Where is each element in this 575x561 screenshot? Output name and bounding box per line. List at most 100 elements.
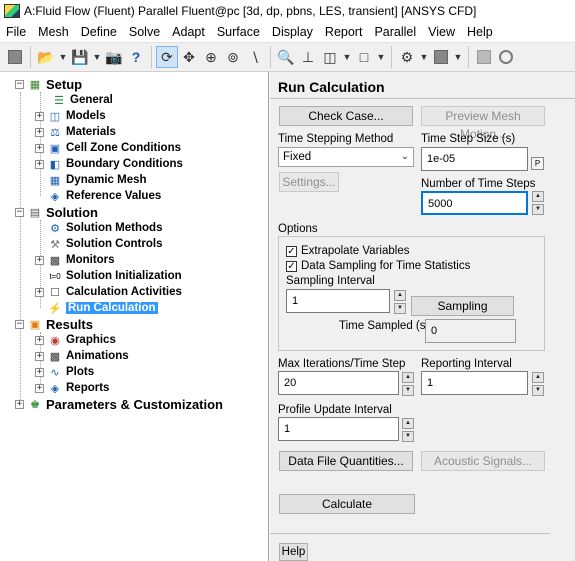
spin-down-icon[interactable]: ▼ [402, 385, 414, 396]
collapse-icon[interactable]: − [15, 207, 24, 217]
stop-icon[interactable] [4, 46, 26, 68]
expand-icon[interactable]: + [15, 399, 24, 409]
tree-item-materials[interactable]: + ⚖ Materials [35, 124, 116, 140]
menu-view[interactable]: View [422, 22, 461, 42]
chevron-down-icon[interactable]: ▼ [91, 46, 103, 68]
chevron-down-icon[interactable]: ▼ [57, 46, 69, 68]
help-icon[interactable]: ? [125, 46, 147, 68]
expand-icon[interactable]: + [35, 159, 44, 169]
expand-icon[interactable]: + [35, 255, 44, 265]
collapse-icon[interactable]: − [15, 319, 24, 329]
number-of-time-steps-field[interactable]: 5000 [421, 191, 528, 215]
open-folder-icon[interactable]: 📂 [35, 46, 57, 68]
tree-item-boundary-conditions[interactable]: + ◧ Boundary Conditions [35, 156, 183, 172]
preview-mesh-motion-button[interactable]: Preview Mesh Motion... [421, 106, 545, 141]
menu-adapt[interactable]: Adapt [166, 22, 211, 42]
acoustic-signals-button[interactable]: Acoustic Signals... [421, 451, 545, 471]
collapse-icon[interactable]: − [15, 79, 24, 89]
settings-button[interactable]: Settings... [279, 172, 339, 192]
chevron-down-icon[interactable]: ▼ [418, 46, 430, 68]
window-icon[interactable]: □ [353, 46, 375, 68]
expand-icon[interactable]: + [35, 287, 44, 297]
chevron-down-icon[interactable]: ▼ [341, 46, 353, 68]
tree-item-general[interactable]: ☰ General [52, 92, 113, 108]
time-step-size-field[interactable]: 1e-05 [421, 147, 528, 171]
spin-down-icon[interactable]: ▼ [532, 385, 544, 396]
tree-item-solution-methods[interactable]: ⚙ Solution Methods [48, 220, 162, 236]
menu-parallel[interactable]: Parallel [368, 22, 422, 42]
spin-down-icon[interactable]: ▼ [402, 431, 414, 442]
pan-icon[interactable]: ✥ [178, 46, 200, 68]
data-sampling-checkbox[interactable]: ✓ Data Sampling for Time Statistics [286, 260, 470, 272]
menu-help[interactable]: Help [461, 22, 499, 42]
menu-report[interactable]: Report [319, 22, 369, 42]
menu-display[interactable]: Display [266, 22, 319, 42]
tree-item-plots[interactable]: + ∿ Plots [35, 364, 94, 380]
max-iterations-spinner[interactable]: ▲ ▼ [402, 372, 414, 396]
menu-solve[interactable]: Solve [123, 22, 166, 42]
spin-down-icon[interactable]: ▼ [532, 204, 544, 215]
animation-icon[interactable]: ⚙ [396, 46, 418, 68]
tree-item-cell-zone-conditions[interactable]: + ▣ Cell Zone Conditions [35, 140, 181, 156]
zoom-in-icon[interactable]: ⊕ [200, 46, 222, 68]
spin-down-icon[interactable]: ▼ [394, 303, 406, 314]
save-icon[interactable]: 💾 [69, 46, 91, 68]
number-of-time-steps-spinner[interactable]: ▲ ▼ [532, 191, 544, 215]
rotate-icon[interactable]: ⟳ [156, 46, 178, 68]
zoom-box-icon[interactable]: ⊚ [222, 46, 244, 68]
reporting-interval-field[interactable]: 1 [421, 371, 528, 395]
tree-item-reference-values[interactable]: ◈ Reference Values [48, 188, 162, 204]
tree-item-models[interactable]: + ◫ Models [35, 108, 106, 124]
sampling-interval-field[interactable]: 1 [286, 289, 390, 313]
menu-file[interactable]: File [0, 22, 32, 42]
probe-icon[interactable]: ∖ [244, 46, 266, 68]
menu-mesh[interactable]: Mesh [32, 22, 75, 42]
chevron-down-icon[interactable]: ▼ [452, 46, 464, 68]
menu-surface[interactable]: Surface [211, 22, 266, 42]
expand-icon[interactable]: + [35, 111, 44, 121]
sampling-options-button[interactable]: Sampling Options... [411, 296, 514, 331]
tree-item-run-calculation[interactable]: ⚡ Run Calculation [48, 300, 158, 316]
expand-icon[interactable]: + [35, 351, 44, 361]
data-file-quantities-button[interactable]: Data File Quantities... [279, 451, 413, 471]
expand-icon[interactable]: + [35, 367, 44, 377]
extrapolate-variables-checkbox[interactable]: ✓ Extrapolate Variables [286, 245, 409, 257]
display-option-icon[interactable] [430, 46, 452, 68]
expand-icon[interactable]: + [35, 143, 44, 153]
spin-up-icon[interactable]: ▲ [402, 372, 414, 383]
tree-item-solution[interactable]: − ▤ Solution [15, 204, 98, 220]
spin-up-icon[interactable]: ▲ [402, 418, 414, 429]
parameter-button[interactable]: P [531, 157, 544, 170]
tree-item-dynamic-mesh[interactable]: ▦ Dynamic Mesh [48, 172, 147, 188]
tree-item-solution-controls[interactable]: ⚒ Solution Controls [48, 236, 162, 252]
tree-item-reports[interactable]: + ◈ Reports [35, 380, 109, 396]
tree-item-parameters-customization[interactable]: + ♚ Parameters & Customization [15, 396, 223, 412]
time-stepping-method-select[interactable]: Fixed ⌄ [278, 147, 414, 167]
spin-up-icon[interactable]: ▲ [532, 191, 544, 202]
fit-to-window-icon[interactable]: 🔍 [275, 46, 297, 68]
camera-icon[interactable]: 📷 [103, 46, 125, 68]
view-layout-icon[interactable]: ◫ [319, 46, 341, 68]
help-button[interactable]: Help [279, 543, 308, 561]
expand-icon[interactable]: + [35, 335, 44, 345]
tree-item-results[interactable]: − ▣ Results [15, 316, 93, 332]
refresh-icon[interactable] [495, 46, 517, 68]
menu-define[interactable]: Define [75, 22, 123, 42]
max-iterations-field[interactable]: 20 [278, 371, 399, 395]
expand-icon[interactable]: + [35, 383, 44, 393]
expand-icon[interactable]: + [35, 127, 44, 137]
tree-item-graphics[interactable]: + ◉ Graphics [35, 332, 116, 348]
tree-item-calculation-activities[interactable]: + ☐ Calculation Activities [35, 284, 182, 300]
check-case-button[interactable]: Check Case... [279, 106, 413, 126]
profile-update-interval-field[interactable]: 1 [278, 417, 399, 441]
tree-item-animations[interactable]: + ▩ Animations [35, 348, 129, 364]
chevron-down-icon[interactable]: ▼ [375, 46, 387, 68]
sampling-interval-spinner[interactable]: ▲ ▼ [394, 290, 406, 314]
axes-icon[interactable]: ⊥ [297, 46, 319, 68]
layout-icon[interactable] [473, 46, 495, 68]
tree-item-setup[interactable]: − ▦ Setup [15, 76, 82, 92]
reporting-interval-spinner[interactable]: ▲ ▼ [532, 372, 544, 396]
tree-item-solution-initialization[interactable]: t=0 Solution Initialization [48, 268, 181, 284]
calculate-button[interactable]: Calculate [279, 494, 415, 514]
profile-update-interval-spinner[interactable]: ▲ ▼ [402, 418, 414, 442]
